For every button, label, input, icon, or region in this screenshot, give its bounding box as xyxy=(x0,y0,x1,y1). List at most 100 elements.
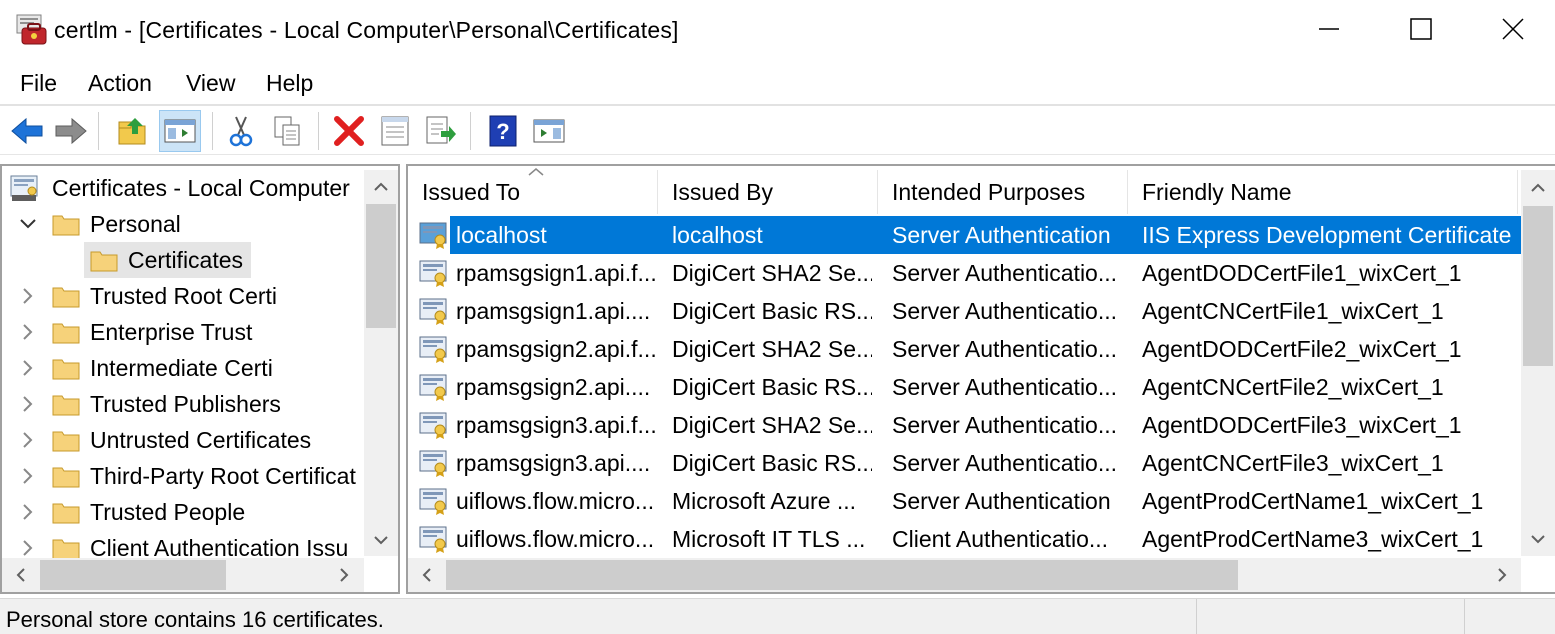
copy-icon xyxy=(274,116,300,146)
column-issued-to[interactable]: Issued To xyxy=(408,170,658,214)
tree-scroll-thumb[interactable] xyxy=(366,204,396,328)
tree-item-third-party-root[interactable]: Third-Party Root Certificat xyxy=(2,458,362,494)
cut-button[interactable] xyxy=(220,110,262,152)
delete-icon xyxy=(334,116,364,146)
menu-file[interactable]: File xyxy=(20,70,57,97)
tree-vertical-scrollbar[interactable] xyxy=(364,170,398,556)
chevron-right-icon[interactable] xyxy=(18,322,38,342)
properties-icon xyxy=(381,116,409,146)
column-friendly-name[interactable]: Friendly Name xyxy=(1128,170,1518,214)
table-row[interactable]: uiflows.flow.micro... Microsoft IT TLS ..… xyxy=(408,520,1523,558)
tree-item-intermediate[interactable]: Intermediate Certi xyxy=(2,350,362,386)
list-scroll-thumb[interactable] xyxy=(1523,206,1553,366)
table-row[interactable]: localhost localhost Server Authentication I… xyxy=(408,216,1523,254)
tree-item-personal[interactable]: Personal xyxy=(2,206,362,242)
export-list-icon xyxy=(426,116,456,144)
minimize-button[interactable] xyxy=(1283,0,1375,58)
certificates-root-icon xyxy=(10,175,38,201)
tree-root[interactable]: Certificates - Local Computer xyxy=(2,170,362,206)
cell-intended-purposes: Server Authenticatio... xyxy=(892,260,1118,286)
chevron-right-icon[interactable] xyxy=(18,538,38,558)
tree-item-label: Untrusted Certificates xyxy=(90,426,312,453)
cell-intended-purposes: Server Authenticatio... xyxy=(892,374,1118,400)
back-button[interactable] xyxy=(6,110,48,152)
tree-item-trusted-root[interactable]: Trusted Root Certi xyxy=(2,278,362,314)
back-arrow-icon xyxy=(11,117,43,145)
certificate-icon xyxy=(419,260,447,287)
list-horizontal-scrollbar[interactable] xyxy=(408,558,1521,592)
folder-icon xyxy=(90,251,118,272)
chevron-right-icon[interactable] xyxy=(18,286,38,306)
show-hide-tree-button[interactable] xyxy=(159,110,201,152)
status-divider xyxy=(1196,599,1197,634)
table-row[interactable]: rpamsgsign3.api.... DigiCert Basic RS... S… xyxy=(408,444,1523,482)
table-row[interactable]: uiflows.flow.micro... Microsoft Azure ...… xyxy=(408,482,1523,520)
toolbar-separator xyxy=(470,112,471,150)
copy-button[interactable] xyxy=(266,110,308,152)
chevron-down-icon[interactable] xyxy=(18,214,38,234)
delete-button[interactable] xyxy=(328,110,370,152)
chevron-right-icon[interactable] xyxy=(18,358,38,378)
list-hscroll-thumb[interactable] xyxy=(446,560,1238,590)
toolbar-separator xyxy=(98,112,99,150)
table-row[interactable]: rpamsgsign1.api.... DigiCert Basic RS... S… xyxy=(408,292,1523,330)
scroll-down-icon[interactable] xyxy=(1521,522,1555,556)
table-row[interactable]: rpamsgsign3.api.f... DigiCert SHA2 Se... S… xyxy=(408,406,1523,444)
folder-icon xyxy=(52,467,80,488)
cell-friendly-name: AgentDODCertFile1_wixCert_1 xyxy=(1142,260,1462,286)
scroll-left-icon[interactable] xyxy=(410,558,442,592)
export-list-button[interactable] xyxy=(420,110,462,152)
toolbar-separator xyxy=(318,112,319,150)
scroll-up-icon[interactable] xyxy=(364,170,398,202)
help-button[interactable]: ? xyxy=(482,110,524,152)
show-hide-action-pane-button[interactable] xyxy=(528,110,570,152)
cell-friendly-name: AgentDODCertFile2_wixCert_1 xyxy=(1142,336,1462,362)
certificate-icon xyxy=(419,488,447,515)
cell-issued-to: uiflows.flow.micro... xyxy=(456,526,655,552)
scroll-right-icon[interactable] xyxy=(328,558,360,592)
cell-issued-to: rpamsgsign2.api.... xyxy=(456,374,651,400)
table-row[interactable]: rpamsgsign2.api.... DigiCert Basic RS... S… xyxy=(408,368,1523,406)
tree-item-untrusted[interactable]: Untrusted Certificates xyxy=(2,422,362,458)
tree-horizontal-scrollbar[interactable] xyxy=(2,558,364,592)
tree-item-enterprise-trust[interactable]: Enterprise Trust xyxy=(2,314,362,350)
chevron-right-icon[interactable] xyxy=(18,502,38,522)
folder-icon xyxy=(52,215,80,236)
status-text: Personal store contains 16 certificates. xyxy=(6,607,384,632)
folder-icon xyxy=(52,395,80,416)
title-bar: certlm - [Certificates - Local Computer\… xyxy=(0,0,1555,60)
properties-button[interactable] xyxy=(374,110,416,152)
scroll-right-icon[interactable] xyxy=(1486,558,1518,592)
menu-view[interactable]: View xyxy=(186,70,235,97)
chevron-right-icon[interactable] xyxy=(18,430,38,450)
cell-intended-purposes: Server Authentication xyxy=(892,488,1111,514)
tree-item-trusted-people[interactable]: Trusted People xyxy=(2,494,362,530)
column-intended-purposes[interactable]: Intended Purposes xyxy=(878,170,1128,214)
tree-item-label: Trusted Root Certi xyxy=(90,282,278,309)
up-one-level-button[interactable] xyxy=(112,110,154,152)
cell-intended-purposes: Server Authenticatio... xyxy=(892,450,1118,476)
toolbar-divider xyxy=(0,154,1555,155)
close-button[interactable] xyxy=(1467,0,1555,58)
folder-icon xyxy=(52,539,80,560)
tree-item-certificates[interactable]: Certificates xyxy=(2,242,362,278)
menu-action[interactable]: Action xyxy=(88,70,152,97)
certificate-manager-icon xyxy=(16,14,47,45)
scroll-up-icon[interactable] xyxy=(1521,170,1555,204)
table-row[interactable]: rpamsgsign1.api.f... DigiCert SHA2 Se... S… xyxy=(408,254,1523,292)
tree-item-trusted-publishers[interactable]: Trusted Publishers xyxy=(2,386,362,422)
chevron-right-icon[interactable] xyxy=(18,466,38,486)
table-row[interactable]: rpamsgsign2.api.f... DigiCert SHA2 Se... S… xyxy=(408,330,1523,368)
menu-help[interactable]: Help xyxy=(266,70,313,97)
scroll-left-icon[interactable] xyxy=(4,558,36,592)
maximize-button[interactable] xyxy=(1375,0,1467,58)
cell-issued-by: DigiCert SHA2 Se... xyxy=(672,260,872,286)
cut-icon xyxy=(229,116,253,147)
chevron-right-icon[interactable] xyxy=(18,394,38,414)
forward-button[interactable] xyxy=(50,110,92,152)
column-issued-by[interactable]: Issued By xyxy=(658,170,878,214)
tree-hscroll-thumb[interactable] xyxy=(40,560,226,590)
list-vertical-scrollbar[interactable] xyxy=(1521,170,1555,556)
tree-item-label: Personal xyxy=(90,210,181,237)
scroll-down-icon[interactable] xyxy=(364,524,398,556)
